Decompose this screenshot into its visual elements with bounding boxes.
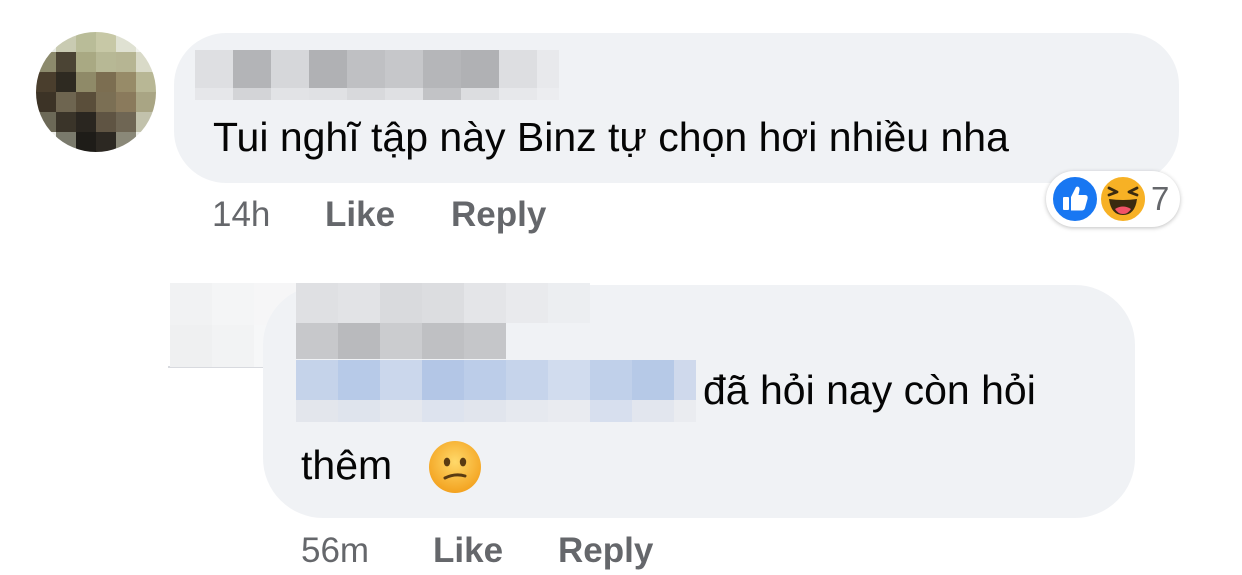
comment-timestamp[interactable]: 14h (212, 195, 270, 235)
comment-like-button[interactable]: Like (325, 195, 395, 235)
like-icon (1050, 174, 1100, 224)
reply-like-button[interactable]: Like (433, 531, 503, 571)
reply-mention-redacted[interactable] (296, 360, 696, 422)
comment-reply-button[interactable]: Reply (451, 195, 546, 235)
reply-author-redacted[interactable] (296, 283, 590, 359)
commenter-avatar[interactable] (36, 32, 156, 152)
reply-timestamp[interactable]: 56m (301, 531, 369, 571)
reply-reply-button[interactable]: Reply (558, 531, 653, 571)
comment-text: Tui nghĩ tập này Binz tự chọn hơi nhiều … (213, 114, 1009, 160)
haha-icon (1098, 174, 1148, 224)
reaction-count[interactable]: 7 (1151, 180, 1169, 218)
reply-text-line1: đã hỏi nay còn hỏi (703, 367, 1036, 413)
reply-text-line2: thêm (301, 442, 393, 488)
confused-face-icon (428, 440, 482, 494)
commenter-name-redacted[interactable] (195, 50, 559, 100)
